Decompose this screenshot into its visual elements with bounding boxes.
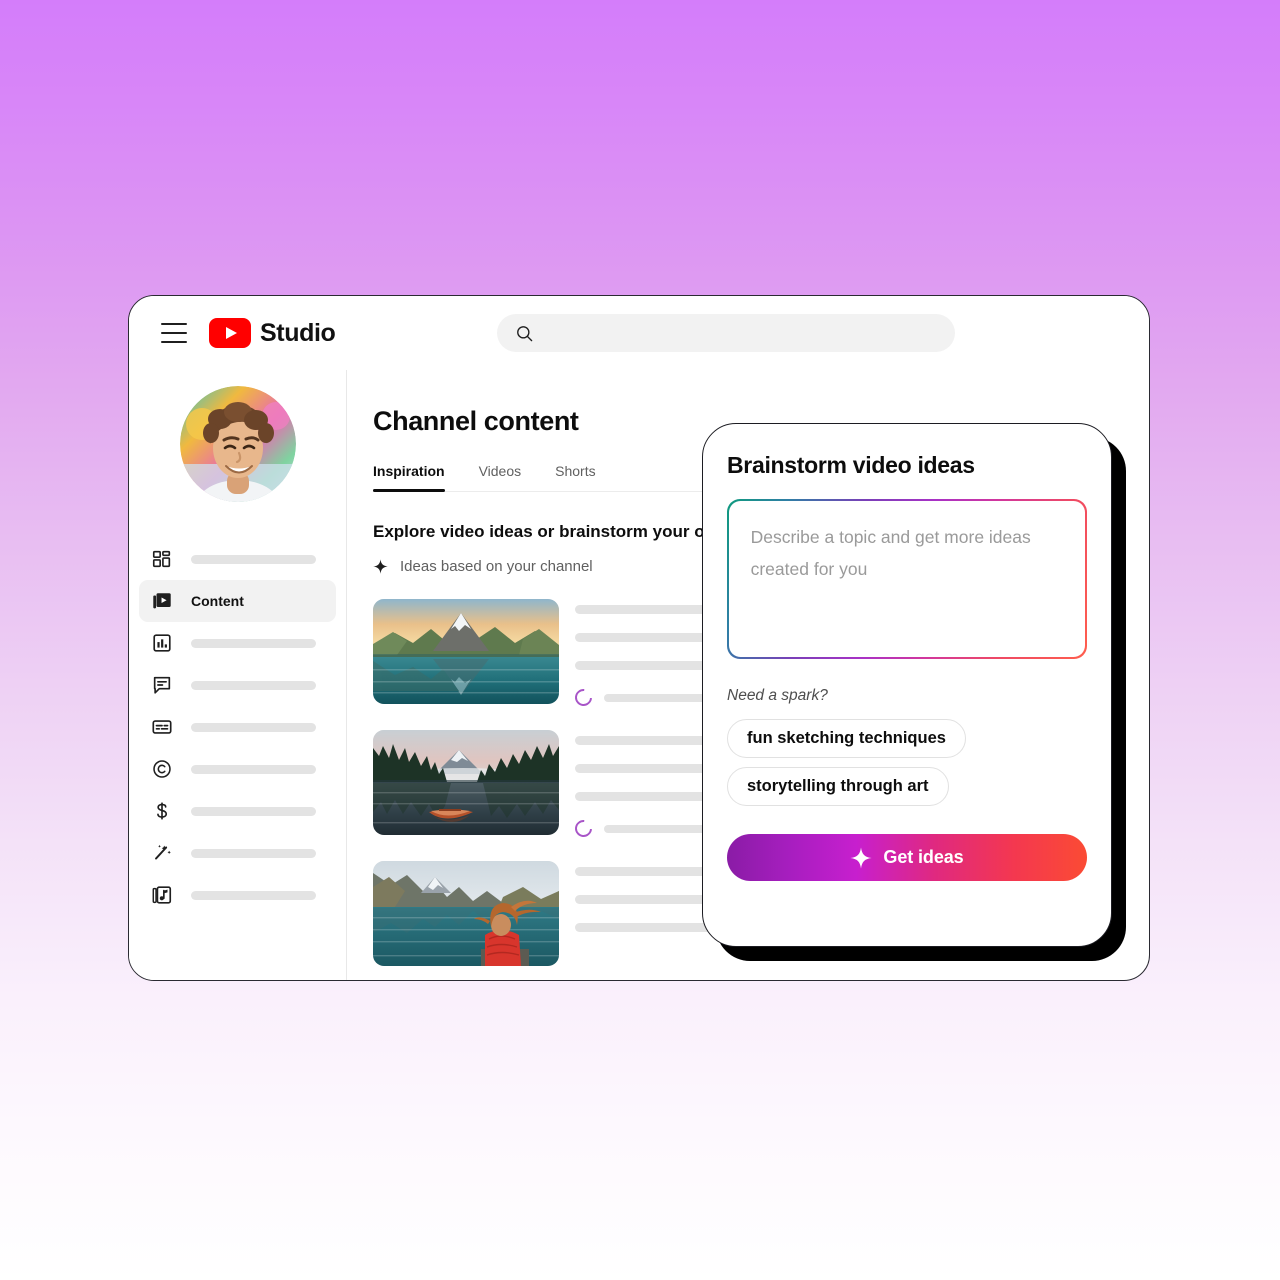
topbar: Studio bbox=[129, 296, 1149, 370]
avatar-photo bbox=[179, 386, 296, 502]
sidebar-item-label-placeholder bbox=[191, 890, 316, 900]
content-video-icon bbox=[153, 593, 171, 609]
sidebar-item-audio-library[interactable] bbox=[139, 874, 336, 916]
modal-title: Brainstorm video ideas bbox=[727, 452, 975, 478]
topic-textarea[interactable]: Describe a topic and get more ideas crea… bbox=[728, 500, 1086, 658]
sidebar-item-content[interactable]: Content bbox=[139, 580, 336, 622]
studio-brand[interactable]: Studio bbox=[209, 318, 336, 348]
sidebar-item-label-placeholder bbox=[191, 764, 316, 774]
suggestion-chip-fun-sketching-techniques[interactable]: fun sketching techniques bbox=[727, 719, 966, 758]
matterhorn-lake-sunrise-thumbnail bbox=[373, 599, 559, 704]
sidebar-item-label-placeholder bbox=[191, 848, 316, 858]
sidebar-item-subtitles[interactable] bbox=[139, 706, 336, 748]
suggestion-chip-list: fun sketching techniques storytelling th… bbox=[727, 719, 1087, 806]
get-ideas-button-label: Get ideas bbox=[883, 847, 964, 867]
red-jacket-woman-mountain-lake-thumbnail bbox=[373, 861, 559, 966]
sidebar-item-label-placeholder bbox=[191, 638, 316, 648]
sparkle-icon bbox=[373, 559, 388, 574]
need-a-spark-label: Need a spark? bbox=[727, 687, 828, 704]
idea-thumbnail[interactable] bbox=[373, 861, 559, 966]
audio-library-icon bbox=[152, 886, 172, 904]
search-input[interactable] bbox=[497, 314, 955, 352]
sparkle-icon bbox=[850, 846, 872, 869]
search-icon bbox=[517, 325, 533, 341]
hamburger-menu-icon[interactable] bbox=[161, 323, 187, 343]
topic-textarea-placeholder: Describe a topic and get more ideas crea… bbox=[750, 526, 1031, 579]
forest-lake-rowboat-thumbnail bbox=[373, 730, 559, 835]
sidebar-item-comments[interactable] bbox=[139, 664, 336, 706]
progress-ring-icon bbox=[571, 816, 596, 841]
idea-thumbnail[interactable] bbox=[373, 599, 559, 704]
brand-name: Studio bbox=[260, 318, 336, 347]
comments-icon bbox=[153, 676, 171, 694]
tab-shorts[interactable]: Shorts bbox=[555, 463, 595, 491]
sidebar-item-copyright[interactable] bbox=[139, 748, 336, 790]
earn-dollar-icon bbox=[157, 802, 168, 820]
copyright-icon bbox=[153, 760, 171, 778]
topic-textarea-gradient-border: Describe a topic and get more ideas crea… bbox=[727, 499, 1087, 659]
sidebar-item-label: Content bbox=[191, 593, 244, 609]
sidebar-item-analytics[interactable] bbox=[139, 622, 336, 664]
suggestion-chip-storytelling-through-art[interactable]: storytelling through art bbox=[727, 767, 949, 806]
sidebar-item-label-placeholder bbox=[191, 554, 316, 564]
get-ideas-button[interactable]: Get ideas bbox=[727, 834, 1087, 881]
analytics-icon bbox=[153, 634, 171, 652]
ideas-based-on-channel-label: Ideas based on your channel bbox=[400, 558, 593, 575]
sidebar-item-label-placeholder bbox=[191, 680, 316, 690]
progress-ring-icon bbox=[571, 685, 596, 710]
sidebar-item-dashboard[interactable] bbox=[139, 538, 336, 580]
brainstorm-video-ideas-modal: Brainstorm video ideas Describe a topic … bbox=[702, 423, 1112, 947]
sidebar-item-label-placeholder bbox=[191, 722, 316, 732]
sidebar-item-earn[interactable] bbox=[139, 790, 336, 832]
avatar-wrap bbox=[129, 386, 346, 502]
tab-videos[interactable]: Videos bbox=[479, 463, 522, 491]
customization-wand-icon bbox=[155, 844, 171, 860]
idea-thumbnail[interactable] bbox=[373, 730, 559, 835]
youtube-play-logo bbox=[209, 318, 251, 348]
dashboard-icon bbox=[152, 550, 171, 568]
tab-inspiration[interactable]: Inspiration bbox=[373, 463, 445, 492]
sidebar-item-label-placeholder bbox=[191, 806, 316, 816]
subtitles-icon bbox=[152, 720, 172, 734]
sidebar-item-customization[interactable] bbox=[139, 832, 336, 874]
sidebar: Content bbox=[129, 370, 347, 980]
avatar[interactable] bbox=[179, 386, 296, 502]
sidebar-nav: Content bbox=[129, 538, 346, 916]
